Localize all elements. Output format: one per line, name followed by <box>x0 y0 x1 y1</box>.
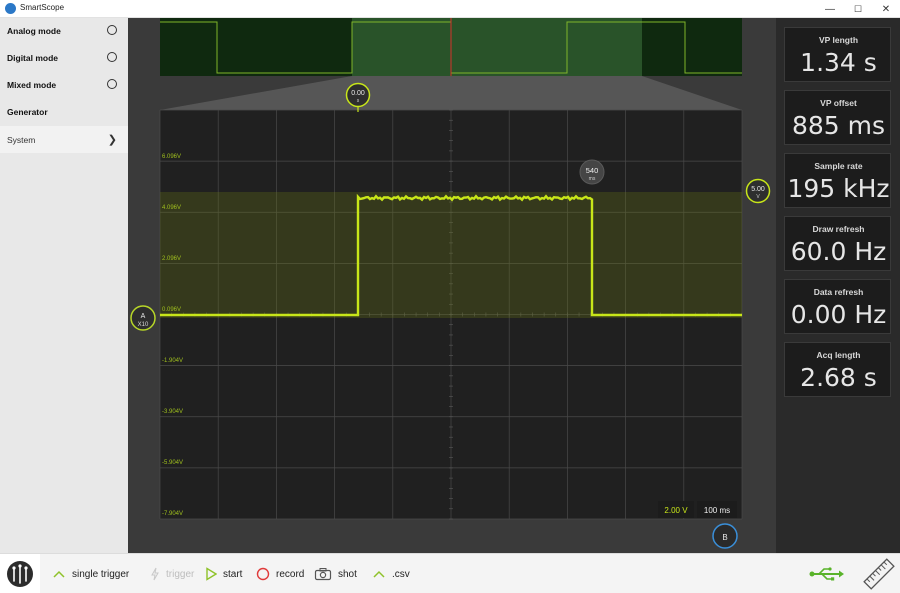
stat-draw-refresh: Draw refresh 60.0 Hz <box>784 216 891 271</box>
trigger-band <box>160 192 742 318</box>
stats-panel: VP length 1.34 s VP offset 885 ms Sample… <box>776 18 900 553</box>
voltage-label: 0.096V <box>162 307 181 313</box>
stat-label: Acq length <box>816 350 861 360</box>
voltage-label: -7.904V <box>162 511 183 517</box>
probe-logo-icon <box>7 561 33 587</box>
bolt-icon <box>151 567 159 581</box>
smartscope-window: SmartScope — ☐ ✕ Analog mode Digital mod… <box>0 0 900 593</box>
chevron-up-icon <box>373 570 385 578</box>
channel-b-name: B <box>722 533 727 542</box>
stat-label: Sample rate <box>814 161 863 171</box>
stat-label: VP length <box>818 35 859 45</box>
overview-viewport[interactable] <box>352 18 642 76</box>
stat-acq-length: Acq length 2.68 s <box>784 342 891 397</box>
stat-value: 2.68 s <box>800 363 877 392</box>
time-per-div-value: 100 ms <box>704 506 730 515</box>
ruler-icon <box>863 558 895 590</box>
stat-label: Data refresh <box>813 287 864 297</box>
single-trigger-label: single trigger <box>72 568 130 580</box>
voltage-label: -3.904V <box>162 409 183 415</box>
trigger-label: trigger <box>166 568 195 580</box>
stat-sample-rate: Sample rate 195 kHz <box>784 153 891 208</box>
menu-logo-button[interactable] <box>0 554 40 593</box>
bottom-toolbar: single trigger trigger start record shot… <box>0 553 900 593</box>
time-per-div-readout[interactable]: 100 ms <box>697 501 737 518</box>
usb-icon <box>809 567 844 581</box>
channel-b-marker[interactable]: B <box>712 523 738 549</box>
voltage-label: -1.904V <box>162 358 183 364</box>
time-cursor-unit: ms <box>589 176 596 182</box>
stat-label: VP offset <box>820 98 857 108</box>
channel-a-offset-marker[interactable]: A X10 <box>130 305 156 331</box>
time-cursor-value: 540 <box>586 166 599 175</box>
start-button[interactable]: start <box>205 566 242 582</box>
stat-vp-offset: VP offset 885 ms <box>784 90 891 145</box>
time-cursor-marker[interactable]: 540 ms <box>579 159 605 185</box>
play-icon <box>206 567 217 581</box>
record-label: record <box>276 568 305 580</box>
stat-value: 60.0 Hz <box>790 237 887 266</box>
stat-label: Draw refresh <box>812 224 865 234</box>
volts-per-div-value: 2.00 V <box>664 506 688 515</box>
trigger-button[interactable]: trigger <box>150 566 194 582</box>
stat-data-refresh: Data refresh 0.00 Hz <box>784 279 891 334</box>
channel-a-name: A <box>141 313 146 320</box>
stat-value: 0.00 Hz <box>790 300 887 329</box>
record-circle-icon <box>256 567 270 581</box>
channel-a-probe: X10 <box>138 322 149 328</box>
csv-button[interactable]: .csv <box>372 566 410 582</box>
chevron-up-icon <box>53 570 65 578</box>
trigger-marker-value: 0.00 <box>351 90 365 97</box>
voltage-label: 2.096V <box>162 256 181 262</box>
voltage-label: 4.096V <box>162 205 181 211</box>
stat-vp-length: VP length 1.34 s <box>784 27 891 82</box>
voltage-label: -5.904V <box>162 460 183 466</box>
trigger-level-value: 5.00 <box>751 186 765 193</box>
stat-value: 1.34 s <box>800 48 877 77</box>
scope-canvas: 6.096V 4.096V 2.096V 0.096V -1.904V -3.9… <box>130 18 771 549</box>
volts-per-div-readout[interactable]: 2.00 V <box>658 501 694 518</box>
zoom-indicator <box>160 76 742 110</box>
record-button[interactable]: record <box>256 566 304 582</box>
camera-icon <box>314 568 332 581</box>
start-label: start <box>223 568 243 580</box>
shot-label: shot <box>338 568 357 580</box>
stat-value: 195 kHz <box>787 174 890 203</box>
shot-button[interactable]: shot <box>314 566 357 582</box>
csv-label: .csv <box>392 568 410 580</box>
measurement-ruler-button[interactable] <box>861 556 897 592</box>
single-trigger-button[interactable]: single trigger <box>52 566 129 582</box>
voltage-label: 6.096V <box>162 154 181 160</box>
stat-value: 885 ms <box>791 111 886 140</box>
trigger-level-marker[interactable]: 5.00 V <box>745 178 771 204</box>
trigger-marker[interactable]: 0.00 s <box>345 82 371 108</box>
